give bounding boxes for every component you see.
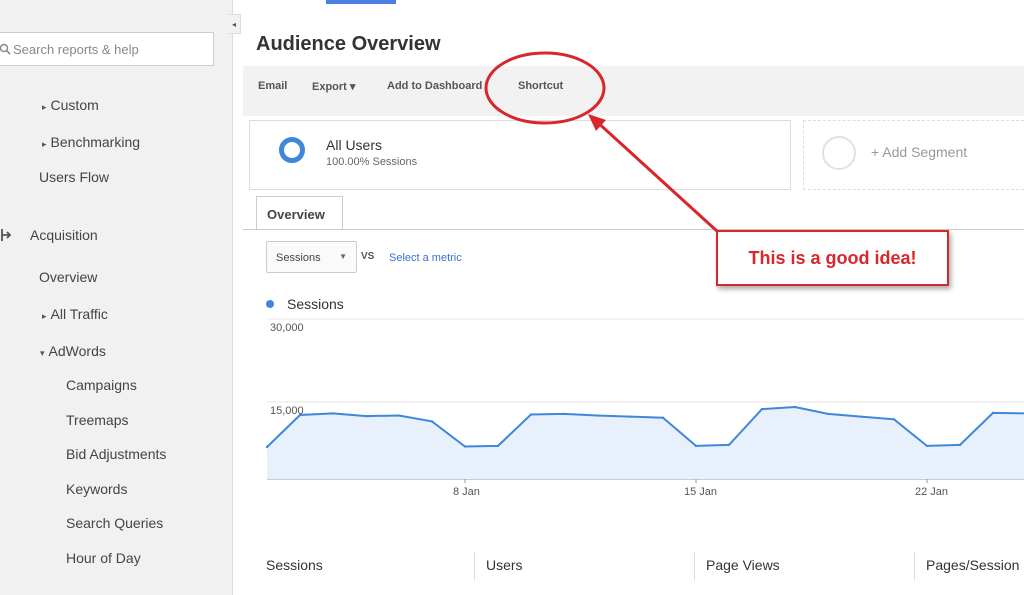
- x-tick-label: 8 Jan: [453, 486, 480, 498]
- expand-triangle-icon: ▸: [42, 102, 47, 112]
- sidebar-item-benchmarking[interactable]: ▸ Benchmarking: [42, 134, 140, 150]
- data-point: [331, 412, 335, 415]
- search-box[interactable]: [0, 32, 214, 66]
- add-to-dashboard-button[interactable]: Add to Dashboard: [387, 80, 482, 92]
- data-point: [892, 418, 896, 421]
- metric-select[interactable]: Sessions ▼: [266, 241, 357, 273]
- tab-overview[interactable]: Overview: [256, 196, 343, 230]
- stat-pages-session: Pages/Session: [926, 557, 1020, 573]
- x-tick-label: 15 Jan: [684, 486, 717, 498]
- vs-label: VS: [361, 251, 375, 262]
- sidebar-item-hour-of-day[interactable]: Hour of Day: [66, 550, 141, 566]
- data-point: [727, 443, 731, 447]
- data-point: [925, 444, 929, 448]
- data-point: [463, 445, 467, 448]
- stat-page-views: Page Views: [706, 557, 780, 573]
- sidebar-item-treemaps[interactable]: Treemaps: [66, 412, 129, 428]
- sidebar-item-campaigns[interactable]: Campaigns: [66, 377, 137, 393]
- email-button[interactable]: Email: [258, 80, 287, 92]
- annotation-callout: This is a good idea!: [716, 230, 949, 286]
- stat-users: Users: [486, 557, 523, 573]
- toolbar: [243, 66, 1024, 116]
- stat-sessions: Sessions: [266, 557, 323, 573]
- segment-subtitle: 100.00% Sessions: [326, 156, 418, 168]
- data-point: [397, 414, 401, 417]
- segment-donut-icon: [279, 137, 305, 163]
- segment-card[interactable]: [249, 120, 791, 190]
- data-point: [859, 415, 863, 418]
- legend-label: Sessions: [287, 296, 344, 312]
- sidebar-item-overview[interactable]: Overview: [39, 269, 97, 285]
- sidebar-item-custom[interactable]: ▸ Custom: [42, 97, 99, 113]
- data-point: [529, 413, 533, 416]
- sidebar-item-bid-adjustments[interactable]: Bid Adjustments: [66, 446, 166, 462]
- x-tick-label: 22 Jan: [915, 486, 948, 498]
- chevron-down-icon: ▼: [339, 252, 347, 261]
- expand-triangle-icon: ▸: [42, 139, 47, 149]
- sidebar-item-all-traffic[interactable]: ▸ All Traffic: [42, 306, 108, 322]
- stat-divider: [694, 552, 695, 580]
- data-point: [694, 444, 698, 448]
- add-segment-circle-icon: [822, 136, 856, 170]
- expand-triangle-icon: ▸: [42, 311, 47, 321]
- stat-divider: [474, 552, 475, 580]
- sidebar: ▸Custom ▸Benchmarking Users Flow Acquisi…: [0, 0, 233, 595]
- data-point: [958, 443, 962, 447]
- legend-dot-icon: [266, 300, 274, 308]
- segment-name: All Users: [326, 137, 383, 153]
- data-point: [628, 415, 632, 418]
- data-point: [661, 416, 665, 419]
- data-point: [562, 412, 566, 416]
- sessions-chart[interactable]: 30,000 15,000 8 Jan 15 Jan 22 Jan: [243, 315, 1024, 505]
- data-point: [364, 414, 368, 418]
- sidebar-item-users-flow[interactable]: Users Flow: [39, 169, 109, 185]
- export-button[interactable]: Export ▾: [312, 80, 355, 93]
- search-icon: [0, 43, 11, 55]
- select-metric-link[interactable]: Select a metric: [389, 252, 462, 264]
- stat-divider: [914, 552, 915, 580]
- data-point: [496, 444, 500, 448]
- acquisition-icon: [0, 227, 14, 246]
- data-point: [760, 407, 764, 411]
- shortcut-button[interactable]: Shortcut: [518, 80, 563, 92]
- data-point: [265, 445, 269, 449]
- add-segment-label[interactable]: + Add Segment: [871, 144, 967, 160]
- data-point: [430, 420, 434, 423]
- metric-select-value: Sessions: [276, 252, 321, 264]
- sidebar-item-keywords[interactable]: Keywords: [66, 481, 127, 497]
- sidebar-item-adwords[interactable]: ▾ AdWords: [40, 343, 106, 359]
- active-tab-indicator: [326, 0, 396, 4]
- y-tick-label: 30,000: [270, 322, 304, 334]
- search-input[interactable]: [11, 41, 205, 57]
- collapse-triangle-icon: ▾: [40, 348, 45, 358]
- data-point: [991, 411, 995, 415]
- page-title: Audience Overview: [256, 33, 441, 55]
- data-point: [793, 405, 797, 409]
- chevron-left-icon: ◂: [231, 19, 236, 29]
- data-point: [826, 412, 830, 416]
- y-tick-label: 15,000: [270, 405, 304, 417]
- sidebar-item-acquisition[interactable]: Acquisition: [30, 227, 98, 243]
- collapse-sidebar-button[interactable]: ◂: [228, 14, 241, 34]
- sidebar-item-search-queries[interactable]: Search Queries: [66, 515, 163, 531]
- data-point: [595, 414, 599, 417]
